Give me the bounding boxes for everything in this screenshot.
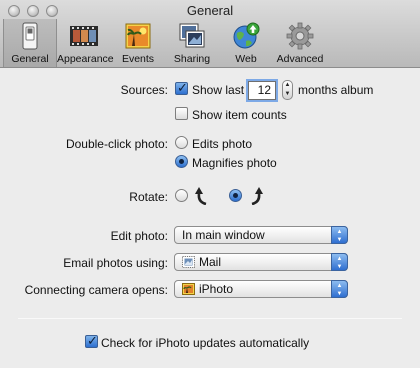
sources-label: Sources: xyxy=(120,83,168,97)
window-title: General xyxy=(186,3,234,18)
events-photo-icon xyxy=(125,23,151,49)
mail-stamp-icon xyxy=(182,256,195,268)
edit-photo-label: Edit photo: xyxy=(110,229,168,243)
show-item-counts-checkbox[interactable] xyxy=(175,107,188,120)
tab-web[interactable]: Web xyxy=(219,19,273,67)
rotate-clockwise-icon xyxy=(251,187,263,205)
edits-photo-radio[interactable] xyxy=(175,136,188,149)
camera-opens-label: Connecting camera opens: xyxy=(24,283,168,297)
camera-opens-value: iPhoto xyxy=(199,282,234,296)
camera-opens-popup[interactable]: iPhoto ▲ ▼ xyxy=(174,280,348,298)
rotate-label: Rotate: xyxy=(129,190,168,204)
tab-appearance-label: Appearance xyxy=(57,53,114,65)
preferences-window: General General Appearance Events Sharin… xyxy=(0,0,420,368)
tab-events-label: Events xyxy=(121,53,155,65)
tab-appearance[interactable]: Appearance xyxy=(57,19,114,67)
popup-arrows-icon: ▲ ▼ xyxy=(331,253,348,271)
rotate-counterclockwise-icon xyxy=(195,187,207,205)
sharing-photos-icon xyxy=(179,23,205,48)
tab-events[interactable]: Events xyxy=(111,19,165,67)
magnifies-photo-label: Magnifies photo xyxy=(192,156,277,170)
email-photos-popup[interactable]: Mail ▲ ▼ xyxy=(174,253,348,271)
rotate-ccw-radio[interactable] xyxy=(175,189,188,202)
preferences-toolbar: General Appearance Events Sharing Web Ad… xyxy=(3,19,327,67)
edits-photo-label: Edits photo xyxy=(192,137,253,151)
section-divider xyxy=(18,318,402,319)
magnifies-photo-radio[interactable] xyxy=(175,155,188,168)
months-album-label: months album xyxy=(298,83,374,97)
check-updates-label: Check for iPhoto updates automatically xyxy=(101,336,310,350)
popup-arrows-icon: ▲ ▼ xyxy=(331,280,348,298)
email-photos-value: Mail xyxy=(199,255,222,269)
tab-advanced[interactable]: Advanced xyxy=(273,19,327,67)
gear-icon xyxy=(286,22,314,50)
show-item-counts-label: Show item counts xyxy=(192,108,287,122)
tab-web-label: Web xyxy=(235,53,257,65)
months-count-field[interactable]: 12 xyxy=(248,81,276,100)
months-stepper[interactable]: ▲ ▼ xyxy=(282,80,293,100)
tab-advanced-label: Advanced xyxy=(276,53,324,65)
title-bar: General General Appearance Events Sharin… xyxy=(0,0,420,68)
popup-arrows-icon: ▲ ▼ xyxy=(331,226,348,244)
film-strip-icon xyxy=(70,26,98,46)
switch-icon xyxy=(22,22,38,50)
rotate-cw-radio[interactable] xyxy=(229,189,242,202)
tab-general-label: General xyxy=(11,53,49,65)
show-last-label: Show last xyxy=(192,83,245,97)
tab-sharing-label: Sharing xyxy=(173,53,211,65)
edit-photo-popup[interactable]: In main window ▲ ▼ xyxy=(174,226,348,244)
tab-general[interactable]: General xyxy=(3,19,57,67)
tab-sharing[interactable]: Sharing xyxy=(165,19,219,67)
double-click-label: Double-click photo: xyxy=(65,137,168,151)
check-updates-checkbox[interactable] xyxy=(85,333,98,349)
globe-upload-icon xyxy=(233,22,260,49)
email-photos-label: Email photos using: xyxy=(63,256,168,270)
general-preferences-pane: Sources: Show last 12 ▲▼ months album Sh… xyxy=(0,69,420,368)
show-last-checkbox[interactable] xyxy=(175,80,188,96)
edit-photo-value: In main window xyxy=(182,228,265,242)
iphoto-icon xyxy=(182,283,195,295)
